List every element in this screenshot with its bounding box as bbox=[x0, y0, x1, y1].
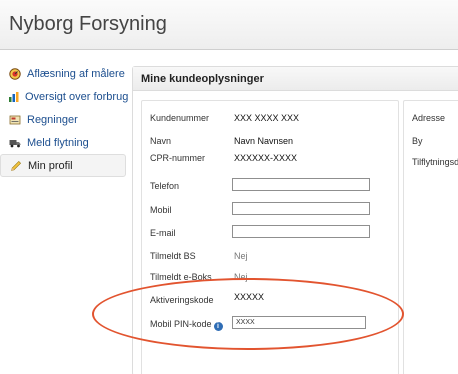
name-label: Navn bbox=[150, 136, 172, 146]
bar-chart-icon bbox=[8, 90, 20, 104]
mobile-field[interactable] bbox=[232, 202, 370, 215]
move-in-date-label: Tilflytningsdato bbox=[412, 157, 458, 167]
name-value: Navn Navnsen bbox=[234, 136, 294, 146]
sidebar-item-label: Regninger bbox=[27, 113, 78, 126]
mobile-pin-label: Mobil PIN-kode i bbox=[150, 319, 223, 331]
sidebar-item-label: Meld flytning bbox=[27, 136, 89, 149]
sidebar-item-my-profile[interactable]: Min profil bbox=[0, 154, 126, 177]
email-label: E-mail bbox=[150, 228, 176, 238]
panel-title: Mine kundeoplysninger bbox=[133, 67, 458, 91]
sidebar-item-report-move[interactable]: Meld flytning bbox=[0, 131, 128, 154]
sidebar-item-label: Aflæsning af målere bbox=[27, 67, 125, 80]
sidebar-item-consumption-overview[interactable]: Oversigt over forbrug bbox=[0, 85, 128, 108]
pencil-icon bbox=[9, 159, 23, 173]
address-label: Adresse bbox=[412, 113, 446, 123]
phone-label: Telefon bbox=[150, 181, 180, 191]
mobile-pin-label-text: Mobil PIN-kode bbox=[150, 319, 212, 329]
sidebar-item-invoices[interactable]: Regninger bbox=[0, 108, 128, 131]
cpr-value: XXXXXX-XXXX bbox=[234, 153, 298, 163]
activation-code-value: XXXXX bbox=[234, 292, 265, 302]
bs-subscription-value: Nej bbox=[234, 251, 248, 261]
sidebar-item-label: Min profil bbox=[28, 159, 73, 172]
invoice-icon bbox=[8, 113, 22, 127]
cpr-label: CPR-nummer bbox=[150, 153, 206, 163]
phone-field[interactable] bbox=[232, 178, 370, 191]
sidebar: Aflæsning af målere Oversigt over forbru… bbox=[0, 62, 128, 177]
city-label: By bbox=[412, 136, 423, 146]
app-header: Nyborg Forsyning bbox=[0, 0, 458, 50]
mobile-pin-field[interactable] bbox=[232, 316, 366, 329]
sidebar-item-meter-reading[interactable]: Aflæsning af målere bbox=[0, 62, 128, 85]
email-field[interactable] bbox=[232, 225, 370, 238]
customer-details-box: Kundenummer XXX XXXX XXX Navn Navn Navns… bbox=[141, 100, 399, 374]
customer-number-label: Kundenummer bbox=[150, 113, 210, 123]
info-icon[interactable]: i bbox=[213, 322, 223, 331]
activation-code-label: Aktiveringskode bbox=[150, 295, 214, 305]
sidebar-item-label: Oversigt over forbrug bbox=[25, 90, 129, 103]
customer-info-panel: Mine kundeoplysninger Kundenummer XXX XX… bbox=[132, 66, 458, 374]
eboks-subscription-value: Nej bbox=[234, 272, 248, 282]
bs-subscription-label: Tilmeldt BS bbox=[150, 251, 196, 261]
mobile-label: Mobil bbox=[150, 205, 172, 215]
address-box: Adresse By Tilflytningsdato bbox=[403, 100, 458, 374]
meter-gauge-icon bbox=[8, 67, 22, 81]
customer-number-value: XXX XXXX XXX bbox=[234, 113, 300, 123]
moving-truck-icon bbox=[8, 136, 22, 150]
app-title: Nyborg Forsyning bbox=[9, 13, 167, 35]
eboks-subscription-label: Tilmeldt e-Boks bbox=[150, 272, 212, 282]
